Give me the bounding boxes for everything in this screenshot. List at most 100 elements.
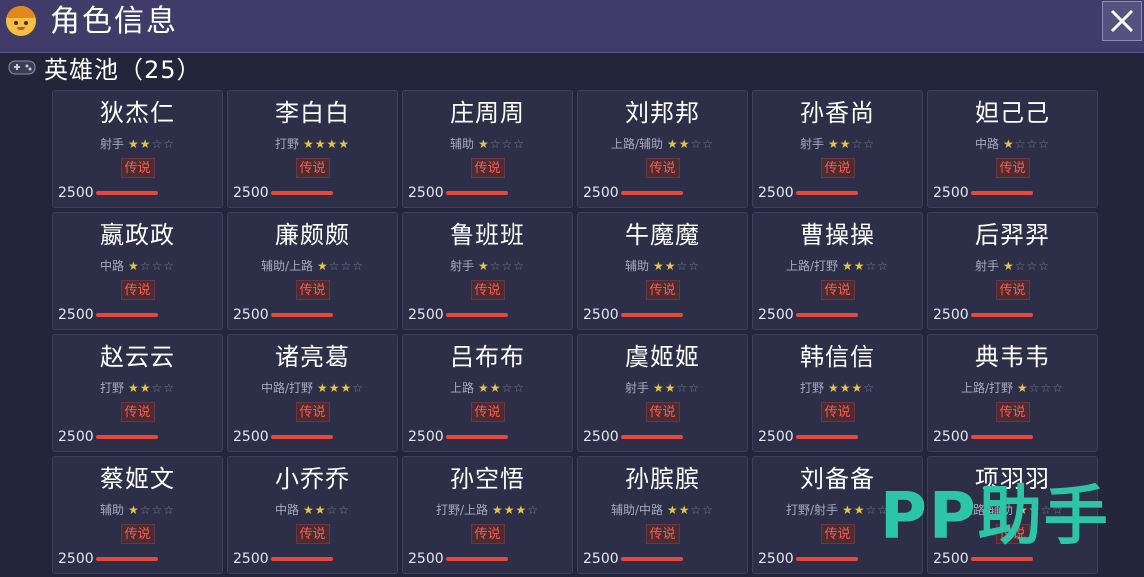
star-rating: ★☆☆☆ xyxy=(1003,259,1050,273)
star-icon: ★ xyxy=(841,503,854,517)
star-rating: ★☆☆☆ xyxy=(1003,137,1050,151)
power-bar xyxy=(96,313,158,317)
hero-name: 吕布布 xyxy=(450,343,525,371)
hero-card[interactable]: 后羿羿 射手 ★☆☆☆ 传说 2500 xyxy=(927,212,1098,330)
hero-power: 2500 xyxy=(408,429,444,445)
star-rating: ★☆☆☆ xyxy=(1017,381,1064,395)
hero-card[interactable]: 典韦韦 上路/打野 ★☆☆☆ 传说 2500 xyxy=(927,334,1098,452)
hero-role-rating: 打野 ★★★☆ xyxy=(753,380,922,396)
star-icon: ☆ xyxy=(1038,137,1051,151)
hero-name: 后羿羿 xyxy=(975,221,1050,249)
power-bar xyxy=(971,435,1033,439)
hero-card[interactable]: 蔡姬文 辅助 ★☆☆☆ 传说 2500 xyxy=(52,456,223,574)
hero-role: 上路/辅助 xyxy=(610,137,663,151)
star-icon: ☆ xyxy=(501,381,514,395)
close-button[interactable] xyxy=(1102,1,1142,41)
star-icon: ☆ xyxy=(1038,259,1051,273)
star-icon: ★ xyxy=(678,503,691,517)
rarity-badge: 传说 xyxy=(470,158,505,178)
hero-card[interactable]: 牛魔魔 辅助 ★★☆☆ 传说 2500 xyxy=(577,212,748,330)
star-icon: ★ xyxy=(1002,259,1015,273)
hero-power: 2500 xyxy=(758,307,794,323)
star-rating: ★☆☆☆ xyxy=(128,259,175,273)
hero-role-rating: 上路/打野 ★★☆☆ xyxy=(753,258,922,274)
hero-card[interactable]: 吕布布 上路 ★★☆☆ 传说 2500 xyxy=(402,334,573,452)
star-icon: ☆ xyxy=(1026,259,1039,273)
star-icon: ☆ xyxy=(702,137,715,151)
hero-role-rating: 中路 ★☆☆☆ xyxy=(928,136,1097,152)
star-icon: ☆ xyxy=(676,259,689,273)
star-rating: ★★★☆ xyxy=(492,503,539,517)
star-icon: ☆ xyxy=(513,259,526,273)
hero-name: 赵云云 xyxy=(100,343,175,371)
hero-card[interactable]: 廉颇颇 辅助/上路 ★☆☆☆ 传说 2500 xyxy=(227,212,398,330)
hero-role-rating: 辅助 ★★☆☆ xyxy=(578,258,747,274)
star-icon: ★ xyxy=(839,137,852,151)
star-icon: ☆ xyxy=(489,259,502,273)
star-icon: ★ xyxy=(302,503,315,517)
rarity-badge: 传说 xyxy=(645,280,680,300)
star-icon: ★ xyxy=(1016,381,1029,395)
star-icon: ★ xyxy=(851,381,864,395)
hero-card[interactable]: 孙膑膑 辅助/中路 ★★☆☆ 传说 2500 xyxy=(577,456,748,574)
star-rating: ★★☆☆ xyxy=(828,137,875,151)
rarity-badge: 传说 xyxy=(295,280,330,300)
hero-role-rating: 射手 ★★☆☆ xyxy=(578,380,747,396)
rarity-badge: 传说 xyxy=(295,158,330,178)
power-bar xyxy=(796,313,858,317)
hero-role: 射手 xyxy=(449,259,474,273)
star-icon: ☆ xyxy=(688,259,701,273)
star-rating: ★☆☆☆ xyxy=(478,137,525,151)
hero-role-rating: 中路/打野 ★★★☆ xyxy=(228,380,397,396)
star-icon: ☆ xyxy=(501,137,514,151)
hero-card[interactable]: 韩信信 打野 ★★★☆ 传说 2500 xyxy=(752,334,923,452)
avatar-icon xyxy=(6,6,36,36)
star-icon: ★ xyxy=(652,259,665,273)
star-icon: ☆ xyxy=(527,503,540,517)
hero-card[interactable]: 嬴政政 中路 ★☆☆☆ 传说 2500 xyxy=(52,212,223,330)
hero-card[interactable]: 妲己己 中路 ★☆☆☆ 传说 2500 xyxy=(927,90,1098,208)
star-icon: ★ xyxy=(127,381,140,395)
power-bar xyxy=(96,435,158,439)
star-icon: ★ xyxy=(328,381,341,395)
star-icon: ☆ xyxy=(139,259,152,273)
star-icon: ★ xyxy=(477,381,490,395)
star-icon: ★ xyxy=(853,259,866,273)
hero-card[interactable]: 诸亮葛 中路/打野 ★★★☆ 传说 2500 xyxy=(227,334,398,452)
rarity-badge: 传说 xyxy=(645,402,680,422)
hero-card[interactable]: 孙香尚 射手 ★★☆☆ 传说 2500 xyxy=(752,90,923,208)
hero-power: 2500 xyxy=(933,429,969,445)
hero-card[interactable]: 刘邦邦 上路/辅助 ★★☆☆ 传说 2500 xyxy=(577,90,748,208)
hero-card[interactable]: 鲁班班 射手 ★☆☆☆ 传说 2500 xyxy=(402,212,573,330)
hero-card[interactable]: 孙空悟 打野/上路 ★★★☆ 传说 2500 xyxy=(402,456,573,574)
star-icon: ☆ xyxy=(163,381,176,395)
star-rating: ★★☆☆ xyxy=(128,137,175,151)
star-icon: ☆ xyxy=(352,381,365,395)
star-icon: ☆ xyxy=(1026,137,1039,151)
hero-name: 小乔乔 xyxy=(275,465,350,493)
hero-pool-label: 英雄池（25） xyxy=(44,55,202,84)
hero-card[interactable]: 李白白 打野 ★★★★ 传说 2500 xyxy=(227,90,398,208)
star-icon: ★ xyxy=(515,503,528,517)
star-icon: ☆ xyxy=(163,137,176,151)
hero-role: 中路 xyxy=(974,137,999,151)
star-icon: ☆ xyxy=(151,259,164,273)
star-icon: ★ xyxy=(841,259,854,273)
star-icon: ☆ xyxy=(501,259,514,273)
hero-card[interactable]: 小乔乔 中路 ★★☆☆ 传说 2500 xyxy=(227,456,398,574)
hero-name: 诸亮葛 xyxy=(275,343,350,371)
hero-card[interactable]: 庄周周 辅助 ★☆☆☆ 传说 2500 xyxy=(402,90,573,208)
hero-power: 2500 xyxy=(233,429,269,445)
hero-card[interactable]: 狄杰仁 射手 ★★☆☆ 传说 2500 xyxy=(52,90,223,208)
hero-card[interactable]: 曹操操 上路/打野 ★★☆☆ 传说 2500 xyxy=(752,212,923,330)
star-rating: ★☆☆☆ xyxy=(128,503,175,517)
power-bar xyxy=(971,313,1033,317)
hero-card[interactable]: 虞姬姬 射手 ★★☆☆ 传说 2500 xyxy=(577,334,748,452)
power-bar xyxy=(271,557,333,561)
hero-role: 射手 xyxy=(624,381,649,395)
hero-role: 打野 xyxy=(99,381,124,395)
hero-power: 2500 xyxy=(58,429,94,445)
hero-name: 韩信信 xyxy=(800,343,875,371)
hero-card[interactable]: 赵云云 打野 ★★☆☆ 传说 2500 xyxy=(52,334,223,452)
hero-role: 中路/打野 xyxy=(260,381,313,395)
